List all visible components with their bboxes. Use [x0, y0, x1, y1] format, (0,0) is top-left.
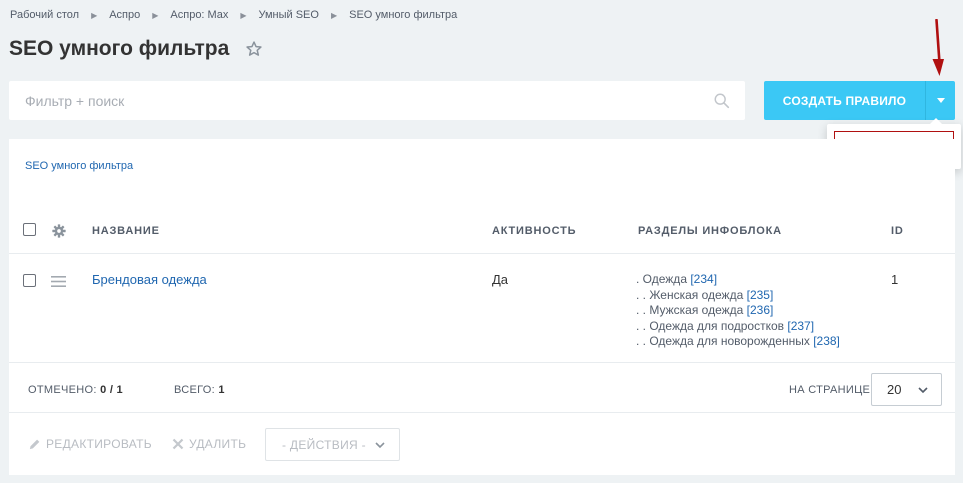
main-panel: SEO умного фильтра НАЗВАНИЕ АКТИВНОСТЬ Р…: [9, 139, 955, 475]
row-active: Да: [492, 272, 509, 287]
section-id-link[interactable]: [234]: [690, 272, 717, 286]
per-page-value: 20: [887, 382, 902, 397]
column-header-active[interactable]: АКТИВНОСТЬ: [492, 225, 576, 237]
section-id-link[interactable]: [237]: [787, 319, 814, 333]
total-count: ВСЕГО: 1: [174, 384, 225, 396]
table-header: НАЗВАНИЕ АКТИВНОСТЬ РАЗДЕЛЫ ИНФОБЛОКА ID: [9, 214, 955, 254]
edit-button[interactable]: РЕДАКТИРОВАТЬ: [28, 437, 152, 451]
pencil-icon: [29, 439, 40, 449]
row-sections: . Одежда [234] . . Женская одежда [235] …: [636, 272, 840, 350]
row-checkbox[interactable]: [23, 274, 36, 287]
per-page-select[interactable]: 20: [871, 373, 942, 406]
breadcrumb-item-current[interactable]: SEO умного фильтра: [349, 9, 457, 21]
column-header-sections[interactable]: РАЗДЕЛЫ ИНФОБЛОКА: [638, 225, 782, 237]
create-rule-button[interactable]: СОЗДАТЬ ПРАВИЛО: [764, 81, 925, 120]
row-menu-icon[interactable]: [51, 276, 66, 287]
chevron-right-icon: ▶: [152, 10, 159, 20]
annotation-arrow-icon: [932, 19, 944, 76]
section-entry: . . Мужская одежда [236]: [636, 303, 774, 317]
per-page-label: НА СТРАНИЦЕ:: [789, 384, 874, 396]
section-id-link[interactable]: [238]: [813, 334, 840, 348]
section-entry: . Одежда [234]: [636, 272, 718, 286]
chevron-down-icon: [918, 387, 928, 394]
breadcrumb-item-aspro[interactable]: Аспро: [109, 9, 140, 21]
breadcrumb-item-desktop[interactable]: Рабочий стол: [10, 9, 79, 21]
chevron-down-icon: [375, 442, 385, 449]
actions-select[interactable]: - ДЕЙСТВИЯ -: [265, 428, 400, 461]
section-entry: . . Одежда для подростков [237]: [636, 318, 815, 333]
section-id-link[interactable]: [235]: [747, 288, 774, 302]
row-id: 1: [891, 272, 899, 287]
page-title: SEO умного фильтра: [9, 37, 230, 60]
filter-search-box[interactable]: [9, 81, 745, 120]
search-icon[interactable]: [713, 92, 731, 110]
table-row[interactable]: Брендовая одежда Да . Одежда [234] . . Ж…: [9, 255, 955, 363]
column-header-name[interactable]: НАЗВАНИЕ: [92, 225, 160, 237]
close-icon: [172, 438, 184, 450]
breadcrumb-item-aspro-max[interactable]: Аспро: Max: [170, 9, 228, 21]
delete-button[interactable]: УДАЛИТЬ: [172, 437, 246, 451]
caret-down-icon: [936, 98, 945, 103]
chevron-right-icon: ▶: [240, 10, 247, 20]
create-dropdown-button[interactable]: [925, 81, 955, 120]
chevron-right-icon: ▶: [330, 10, 338, 20]
search-input[interactable]: [9, 81, 689, 120]
row-name-link[interactable]: Брендовая одежда: [92, 272, 207, 287]
breadcrumb: Рабочий стол ▶ Аспро ▶ Аспро: Max ▶ Умны…: [10, 9, 457, 21]
section-link[interactable]: SEO умного фильтра: [25, 160, 133, 172]
chevron-right-icon: ▶: [91, 10, 98, 20]
star-icon[interactable]: [245, 40, 263, 58]
title-row: SEO умного фильтра: [9, 37, 263, 61]
section-entry: . . Одежда для новорожденных [238]: [636, 334, 840, 348]
column-header-id[interactable]: ID: [891, 225, 904, 237]
selected-count: ОТМЕЧЕНО: 0 / 1: [28, 384, 123, 396]
gear-icon[interactable]: [52, 224, 66, 238]
table-footer: ОТМЕЧЕНО: 0 / 1 ВСЕГО: 1 НА СТРАНИЦЕ: 20: [9, 364, 955, 413]
select-all-checkbox[interactable]: [23, 223, 36, 236]
breadcrumb-item-smart-seo[interactable]: Умный SEO: [258, 9, 318, 21]
section-entry: . . Женская одежда [235]: [636, 287, 774, 302]
section-id-link[interactable]: [236]: [747, 303, 774, 317]
